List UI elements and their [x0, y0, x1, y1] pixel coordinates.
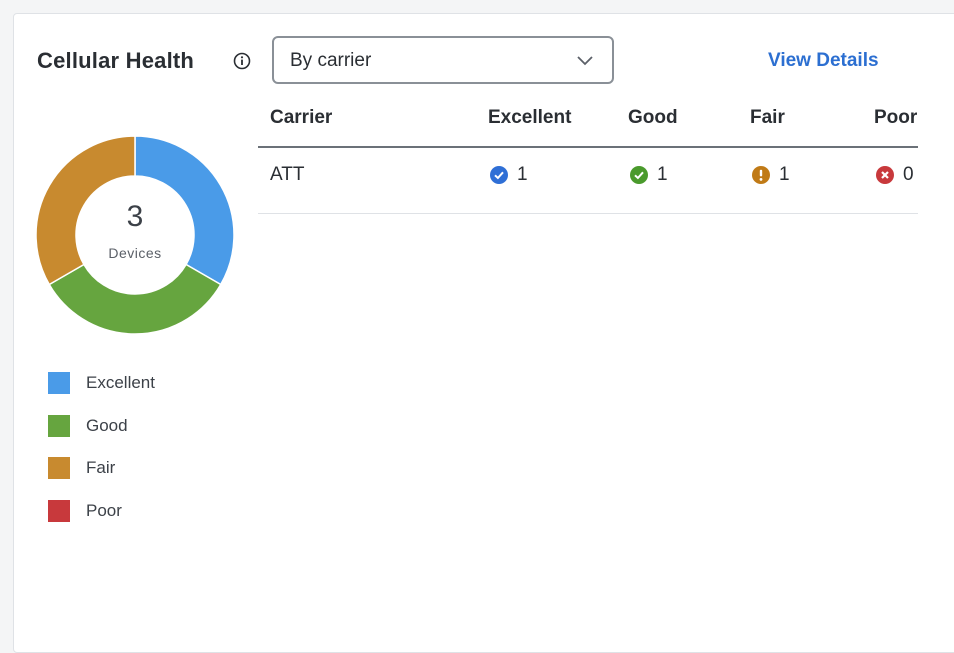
- check-circle-icon: [490, 166, 508, 184]
- column-header-poor[interactable]: Poor: [874, 107, 917, 129]
- cell-good: 1: [630, 164, 668, 186]
- x-circle-icon: [876, 166, 894, 184]
- column-header-carrier[interactable]: Carrier: [270, 107, 332, 129]
- table-row[interactable]: ATT 1 1 1 0: [258, 148, 918, 214]
- excellent-count: 1: [517, 164, 528, 185]
- cell-excellent: 1: [490, 164, 528, 186]
- carrier-health-table: Carrier Excellent Good Fair Poor ATT 1 1: [258, 100, 918, 214]
- cell-carrier: ATT: [270, 164, 305, 185]
- check-circle-icon: [630, 166, 648, 184]
- column-header-excellent[interactable]: Excellent: [488, 107, 571, 129]
- poor-count: 0: [903, 164, 914, 185]
- column-header-good[interactable]: Good: [628, 107, 678, 129]
- table-header: Carrier Excellent Good Fair Poor: [258, 100, 918, 148]
- cell-poor: 0: [876, 164, 914, 186]
- exclamation-circle-icon: [752, 166, 770, 184]
- cell-fair: 1: [752, 164, 790, 186]
- column-header-fair[interactable]: Fair: [750, 107, 785, 129]
- table-viewport: Carrier Excellent Good Fair Poor ATT 1 1: [0, 0, 918, 622]
- fair-count: 1: [779, 164, 790, 185]
- good-count: 1: [657, 164, 668, 185]
